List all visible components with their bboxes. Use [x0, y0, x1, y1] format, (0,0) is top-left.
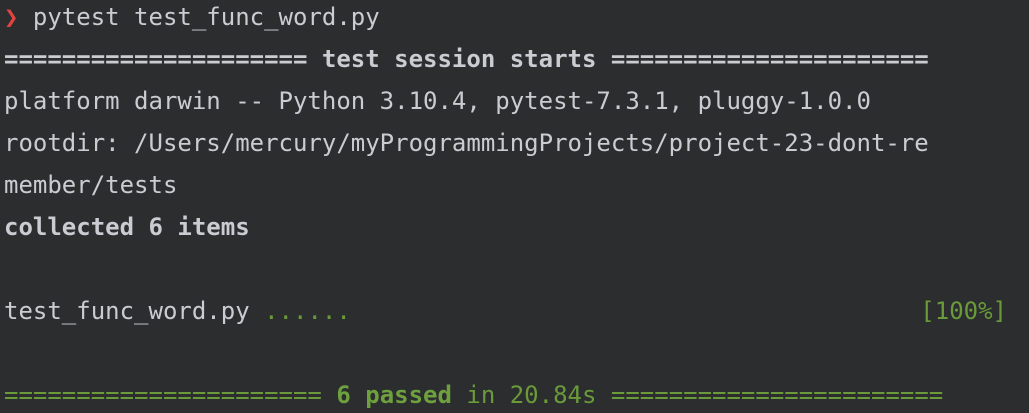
header-title: test session starts — [307, 45, 611, 73]
collected-line: collected 6 items — [4, 213, 250, 241]
platform-line: platform darwin -- Python 3.10.4, pytest… — [4, 87, 871, 115]
terminal-window[interactable]: ❯ pytest test_func_word.py =============… — [0, 0, 1029, 413]
test-result-line: test_func_word.py ...... — [4, 295, 351, 327]
test-dots: ...... — [249, 297, 351, 325]
test-file-name: test_func_word.py — [4, 297, 250, 325]
command-text: pytest test_func_word.py — [32, 3, 380, 31]
prompt-arrow-icon: ❯ — [4, 3, 19, 31]
summary-duration: in 20.84s — [451, 381, 611, 409]
rootdir-line-1: rootdir: /Users/mercury/myProgrammingPro… — [4, 129, 929, 157]
rootdir-line-2: member/tests — [4, 171, 178, 199]
summary-passed: 6 passed — [336, 381, 452, 409]
header-right-rule: ====================== — [610, 45, 929, 73]
header-left-rule: ===================== — [4, 45, 308, 73]
test-progress: [100%] — [920, 297, 1007, 325]
summary-line: ====================== 6 passed in 20.84… — [4, 379, 943, 411]
session-header: ===================== test session start… — [4, 43, 929, 75]
prompt-line: ❯ pytest test_func_word.py — [4, 1, 380, 33]
summary-left-rule: ====================== — [4, 381, 337, 409]
summary-right-rule: ======================= — [610, 381, 944, 409]
